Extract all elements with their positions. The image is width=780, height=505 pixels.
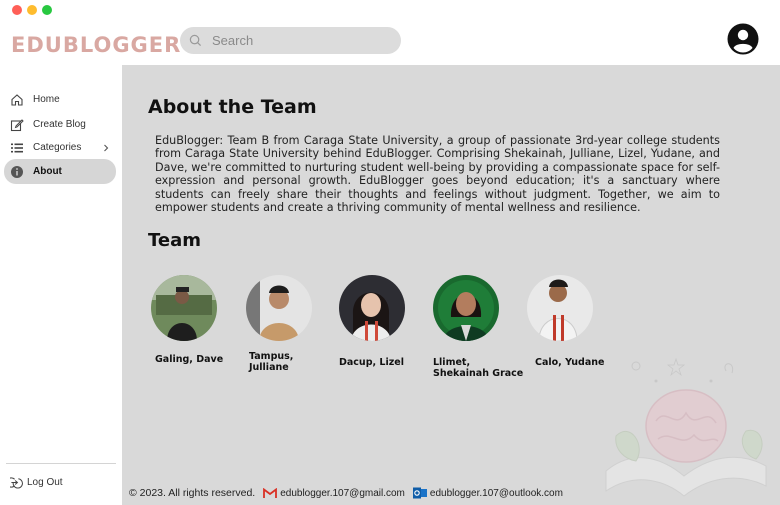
- chevron-right-icon[interactable]: [102, 144, 110, 152]
- member-name: Tampus, Julliane: [249, 351, 294, 373]
- edit-icon: [10, 118, 24, 131]
- user-circle-icon[interactable]: [727, 23, 759, 55]
- close-window-button[interactable]: [12, 5, 22, 15]
- gmail-link[interactable]: edublogger.107@gmail.com: [263, 487, 405, 499]
- member-photo: [433, 275, 499, 341]
- info-icon: [11, 165, 23, 178]
- maximize-window-button[interactable]: [42, 5, 52, 15]
- team-member-card[interactable]: Tampus, Julliane: [246, 275, 346, 373]
- sidebar: Home Create Blog Categories About Log Ou…: [0, 65, 122, 505]
- logo[interactable]: EDUBLOGGER: [11, 33, 181, 57]
- home-icon: [11, 93, 23, 106]
- team-member-card[interactable]: Galing, Dave: [151, 275, 251, 365]
- search-bar[interactable]: [180, 27, 401, 54]
- sidebar-item-categories[interactable]: Categories: [4, 135, 116, 160]
- sidebar-item-label: About: [33, 166, 62, 177]
- main-content: About the Team EduBlogger: Team B from C…: [122, 65, 780, 505]
- logout-button[interactable]: Log Out: [10, 476, 63, 489]
- sidebar-item-label: Create Blog: [33, 119, 86, 130]
- member-name: Galing, Dave: [155, 354, 224, 365]
- sidebar-item-create-blog[interactable]: Create Blog: [4, 112, 116, 137]
- outlook-icon: [412, 487, 427, 499]
- member-name: Llimet, Shekainah Grace: [433, 357, 524, 379]
- team-member-card[interactable]: Llimet, Shekainah Grace: [433, 275, 533, 379]
- member-photo: [527, 275, 593, 341]
- app-window: EDUBLOGGER Home Create Blog Categories A…: [0, 0, 780, 505]
- sidebar-item-label: Categories: [33, 142, 82, 153]
- member-name: Dacup, Lizel: [339, 357, 404, 368]
- about-description: EduBlogger: Team B from Caraga State Uni…: [155, 134, 720, 215]
- search-input[interactable]: [212, 33, 392, 48]
- team-member-card[interactable]: Dacup, Lizel: [339, 275, 439, 368]
- logout-icon: [10, 477, 23, 489]
- outlook-link[interactable]: edublogger.107@outlook.com: [412, 487, 563, 499]
- list-icon: [11, 143, 23, 152]
- logout-label: Log Out: [27, 477, 63, 488]
- sidebar-item-label: Home: [33, 94, 60, 105]
- copyright-text: © 2023. All rights reserved.: [129, 487, 256, 499]
- footer: © 2023. All rights reserved. edublogger.…: [129, 487, 563, 499]
- gmail-icon: [263, 487, 278, 498]
- page-title: About the Team: [148, 96, 317, 118]
- team-heading: Team: [148, 230, 201, 251]
- member-name: Calo, Yudane: [535, 357, 605, 368]
- sidebar-divider: [6, 463, 116, 464]
- sidebar-item-about[interactable]: About: [4, 159, 116, 184]
- member-photo: [339, 275, 405, 341]
- member-photo: [151, 275, 217, 341]
- search-icon: [189, 34, 202, 47]
- member-photo: [246, 275, 312, 341]
- outlook-address: edublogger.107@outlook.com: [429, 487, 563, 499]
- gmail-address: edublogger.107@gmail.com: [280, 487, 405, 499]
- minimize-window-button[interactable]: [27, 5, 37, 15]
- header: EDUBLOGGER: [0, 20, 780, 65]
- brain-book-illustration: [605, 357, 767, 497]
- team-member-card[interactable]: Calo, Yudane: [527, 275, 627, 368]
- window-controls: [12, 5, 52, 15]
- sidebar-item-home[interactable]: Home: [4, 87, 116, 112]
